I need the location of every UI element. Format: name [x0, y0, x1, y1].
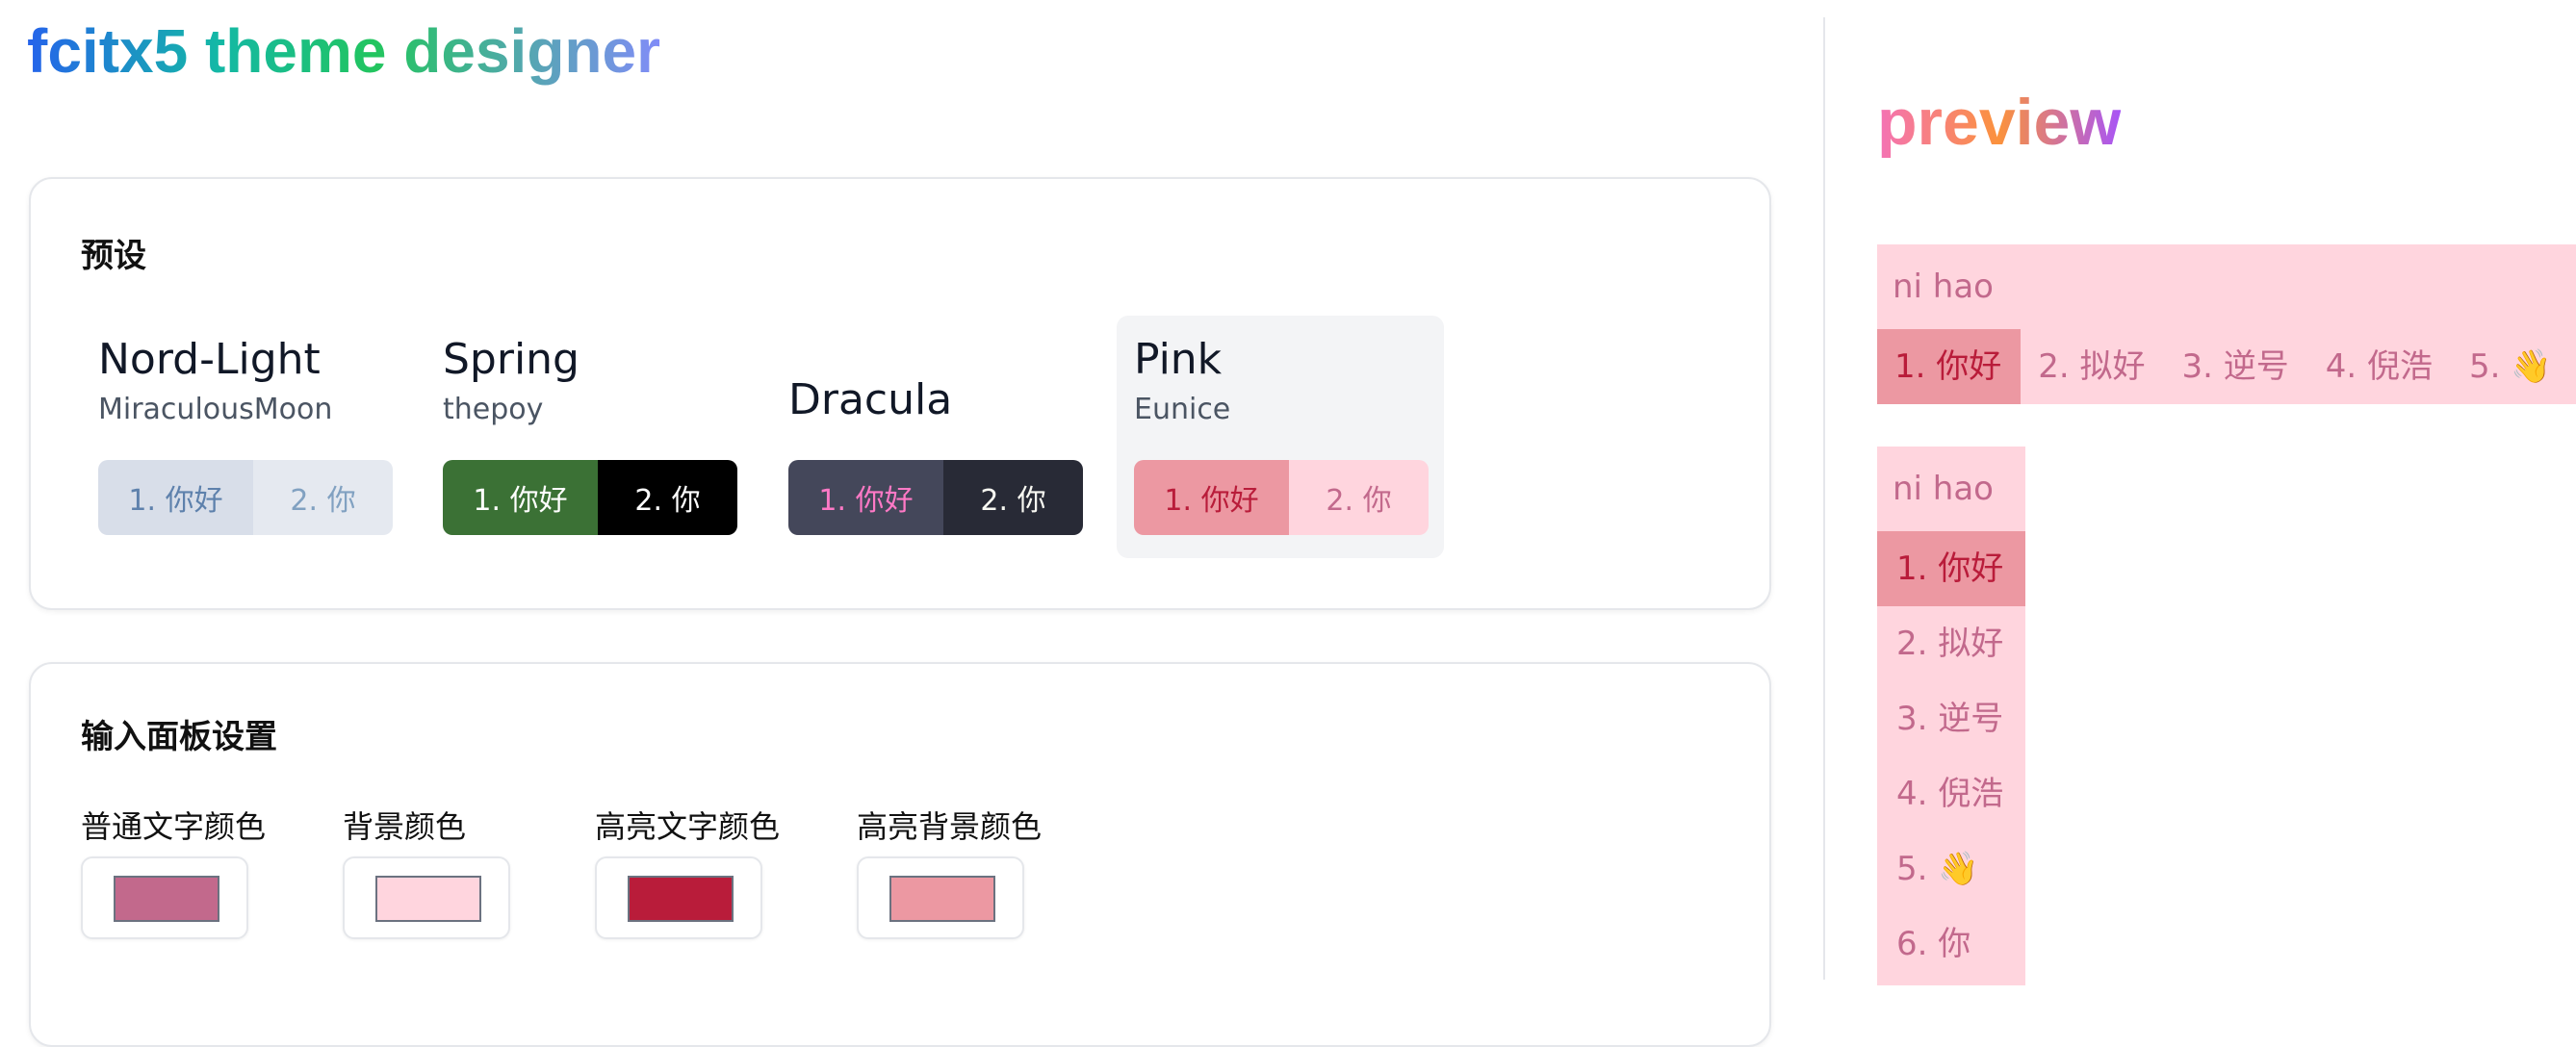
field-label: 高亮背景颜色: [857, 808, 1043, 845]
field-label: 背景颜色: [343, 808, 467, 845]
preset-pink[interactable]: Pink Eunice 1. 你好 2. 你: [1117, 316, 1444, 558]
field-label: 高亮文字颜色: [595, 808, 781, 845]
candidate-item: 4. 倪浩: [1896, 775, 2004, 813]
color-swatch: [628, 876, 734, 922]
panel-divider: [1823, 17, 1825, 980]
candidate-item: 1. 你好: [1877, 329, 2022, 404]
swatch-normal: 2. 你: [253, 460, 393, 535]
preset-swatch: 1. 你好 2. 你: [788, 460, 1083, 535]
candidate-item: 2. 拟好: [1896, 625, 2004, 663]
candidate-item: 2. 拟好: [2038, 347, 2146, 386]
preset-name: Nord-Light: [98, 335, 321, 384]
preview-horizontal-panel: ni hao 1. 你好 2. 拟好 3. 逆号 4. 倪浩 5. 👋: [1877, 244, 2576, 404]
preset-author: Eunice: [1134, 393, 1231, 426]
swatch-highlight: 1. 你好: [1134, 460, 1289, 535]
field-background-color: 背景颜色: [343, 803, 510, 939]
preview-vertical-panel: ni hao 1. 你好 2. 拟好 3. 逆号 4. 倪浩 5. 👋 6. 你: [1877, 447, 2025, 985]
swatch-normal: 2. 你: [943, 460, 1083, 535]
preset-swatch: 1. 你好 2. 你: [443, 460, 737, 535]
candidate-item: 1. 你好: [1877, 531, 2025, 606]
highlight-text-color-picker[interactable]: [595, 856, 762, 939]
swatch-normal: 2. 你: [598, 460, 737, 535]
background-color-picker[interactable]: [343, 856, 510, 939]
preview-title: preview: [1877, 86, 2122, 159]
highlight-background-color-picker[interactable]: [857, 856, 1024, 939]
candidate-item: 5. 👋: [1896, 850, 1979, 888]
field-highlight-background-color: 高亮背景颜色: [857, 803, 1043, 939]
presets-card: 预设 Nord-Light MiraculousMoon 1. 你好 2. 你 …: [29, 177, 1771, 610]
swatch-highlight: 1. 你好: [443, 460, 598, 535]
swatch-highlight: 1. 你好: [98, 460, 253, 535]
panel-settings-card: 输入面板设置 普通文字颜色 背景颜色 高亮文字颜色 高亮背景颜色: [29, 662, 1771, 1047]
preset-author: MiraculousMoon: [98, 393, 333, 426]
candidate-list: 1. 你好 2. 拟好 3. 逆号 4. 倪浩 5. 👋: [1877, 329, 2571, 404]
candidate-item: 3. 逆号: [2181, 347, 2289, 386]
preset-author: thepoy: [443, 393, 544, 426]
text-color-picker[interactable]: [81, 856, 248, 939]
preset-swatch: 1. 你好 2. 你: [98, 460, 393, 535]
preset-dracula[interactable]: Dracula 1. 你好 2. 你: [771, 316, 1098, 558]
preset-spring[interactable]: Spring thepoy 1. 你好 2. 你: [425, 316, 753, 558]
preset-name: Dracula: [788, 375, 953, 424]
preedit-text: ni hao: [1893, 470, 1994, 508]
field-highlight-text-color: 高亮文字颜色: [595, 803, 781, 939]
color-swatch: [889, 876, 995, 922]
candidate-item: 3. 逆号: [1896, 700, 2004, 738]
presets-heading: 预设: [81, 237, 146, 275]
field-label: 普通文字颜色: [81, 808, 267, 845]
preedit-text: ni hao: [1893, 268, 1994, 306]
preset-name: Spring: [443, 335, 580, 384]
preset-swatch: 1. 你好 2. 你: [1134, 460, 1429, 535]
swatch-normal: 2. 你: [1289, 460, 1429, 535]
swatch-highlight: 1. 你好: [788, 460, 943, 535]
preset-nord-light[interactable]: Nord-Light MiraculousMoon 1. 你好 2. 你: [81, 316, 408, 558]
color-swatch: [114, 876, 219, 922]
color-swatch: [375, 876, 481, 922]
candidate-item: 6. 你: [1896, 925, 1971, 963]
field-text-color: 普通文字颜色: [81, 803, 267, 939]
app-title: fcitx5 theme designer: [27, 16, 660, 86]
preset-name: Pink: [1134, 335, 1223, 384]
candidate-item: 4. 倪浩: [2325, 347, 2433, 386]
candidate-item: 5. 👋: [2469, 347, 2552, 386]
panel-settings-heading: 输入面板设置: [81, 718, 277, 756]
